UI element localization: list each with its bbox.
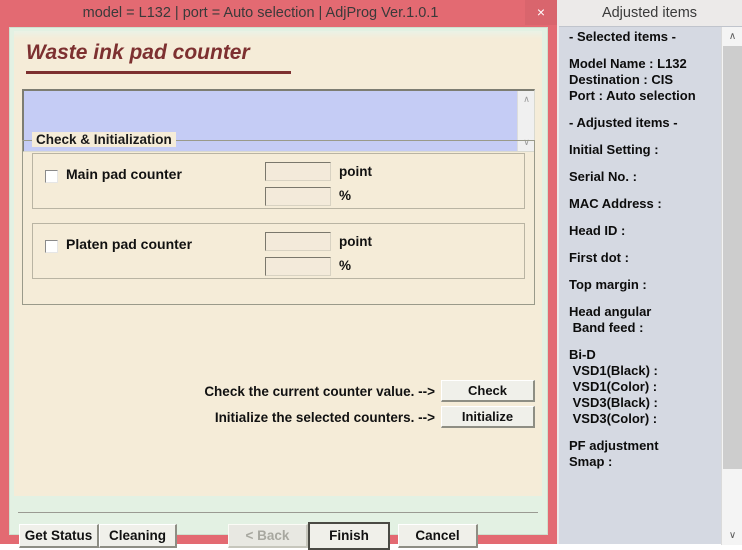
sidebar-spacer: [569, 293, 704, 304]
sidebar-spacer: [569, 427, 704, 438]
sidebar-line: Top margin :: [569, 277, 704, 293]
sidebar-line: First dot :: [569, 250, 704, 266]
adjusted-items-sidebar: Adjusted items - Selected items - Model N…: [557, 0, 742, 544]
platen-pad-point-unit: point: [339, 234, 372, 249]
sidebar-line: Destination : CIS: [569, 72, 704, 88]
sidebar-scrollbar[interactable]: ∧ ∨: [721, 27, 742, 545]
sidebar-line: - Adjusted items -: [569, 115, 704, 131]
main-pad-counter-row: Main pad counter point %: [32, 153, 525, 209]
scroll-up-icon[interactable]: ∧: [518, 91, 535, 108]
sidebar-body: - Selected items - Model Name : L132Desti…: [559, 26, 742, 544]
platen-pad-counter-checkbox[interactable]: [45, 240, 58, 253]
sidebar-spacer: [569, 131, 704, 142]
group-legend: Check & Initialization: [32, 132, 176, 147]
sidebar-line: VSD3(Black) :: [569, 395, 704, 411]
page-panel: Waste ink pad counter ∧ ∨ Check & Initia…: [14, 31, 542, 496]
sidebar-spacer: [569, 185, 704, 196]
page-title: Waste ink pad counter: [26, 41, 250, 65]
main-pad-percent-unit: %: [339, 188, 351, 203]
sidebar-line: MAC Address :: [569, 196, 704, 212]
sidebar-line: PF adjustment: [569, 438, 704, 454]
adjprog-window: model = L132 | port = Auto selection | A…: [0, 0, 557, 544]
check-prompt-label: Check the current counter value. -->: [204, 384, 435, 399]
platen-pad-percent-unit: %: [339, 258, 351, 273]
sidebar-line: - Selected items -: [569, 29, 704, 45]
sidebar-header: Adjusted items: [557, 0, 742, 26]
platen-pad-counter-label: Platen pad counter: [66, 236, 192, 252]
check-button[interactable]: Check: [441, 380, 535, 402]
screen-root: model = L132 | port = Auto selection | A…: [0, 0, 742, 544]
main-pad-counter-checkbox[interactable]: [45, 170, 58, 183]
main-pad-point-field[interactable]: [265, 162, 331, 181]
sidebar-spacer: [569, 158, 704, 169]
sidebar-line: Head angular: [569, 304, 704, 320]
footer-separator: [18, 512, 538, 513]
sidebar-scroll-down-icon[interactable]: ∨: [722, 526, 742, 545]
initialize-button[interactable]: Initialize: [441, 406, 535, 428]
window-title-bar: model = L132 | port = Auto selection | A…: [0, 0, 557, 27]
cleaning-button[interactable]: Cleaning: [99, 524, 177, 548]
finish-button[interactable]: Finish: [308, 522, 390, 550]
page-title-underline: [26, 71, 291, 74]
cancel-button[interactable]: Cancel: [398, 524, 478, 548]
get-status-button[interactable]: Get Status: [19, 524, 99, 548]
initialize-prompt-label: Initialize the selected counters. -->: [215, 410, 435, 425]
sidebar-line: Port : Auto selection: [569, 88, 704, 104]
close-icon[interactable]: ×: [525, 0, 557, 25]
sidebar-spacer: [569, 266, 704, 277]
adjusted-items-list: - Selected items - Model Name : L132Desti…: [569, 29, 704, 470]
sidebar-scroll-up-icon[interactable]: ∧: [722, 27, 742, 46]
platen-pad-percent-field[interactable]: [265, 257, 331, 276]
sidebar-line: VSD1(Color) :: [569, 379, 704, 395]
platen-pad-counter-row: Platen pad counter point %: [32, 223, 525, 279]
sidebar-scroll-thumb[interactable]: [723, 46, 742, 469]
main-pad-counter-label: Main pad counter: [66, 166, 182, 182]
sidebar-spacer: [569, 239, 704, 250]
sidebar-line: Smap :: [569, 454, 704, 470]
sidebar-spacer: [569, 212, 704, 223]
window-title: model = L132 | port = Auto selection | A…: [0, 0, 521, 27]
check-initialization-group: Check & Initialization Main pad counter …: [22, 140, 535, 305]
sidebar-line: Model Name : L132: [569, 56, 704, 72]
sidebar-line: Head ID :: [569, 223, 704, 239]
sidebar-line: Initial Setting :: [569, 142, 704, 158]
sidebar-line: Bi-D: [569, 347, 704, 363]
main-pad-point-unit: point: [339, 164, 372, 179]
sidebar-line: Band feed :: [569, 320, 704, 336]
sidebar-line: Serial No. :: [569, 169, 704, 185]
sidebar-spacer: [569, 45, 704, 56]
sidebar-line: VSD1(Black) :: [569, 363, 704, 379]
window-client-area: Waste ink pad counter ∧ ∨ Check & Initia…: [9, 27, 548, 535]
sidebar-spacer: [569, 336, 704, 347]
sidebar-line: VSD3(Color) :: [569, 411, 704, 427]
platen-pad-point-field[interactable]: [265, 232, 331, 251]
back-button[interactable]: < Back: [228, 524, 308, 548]
main-pad-percent-field[interactable]: [265, 187, 331, 206]
sidebar-spacer: [569, 104, 704, 115]
